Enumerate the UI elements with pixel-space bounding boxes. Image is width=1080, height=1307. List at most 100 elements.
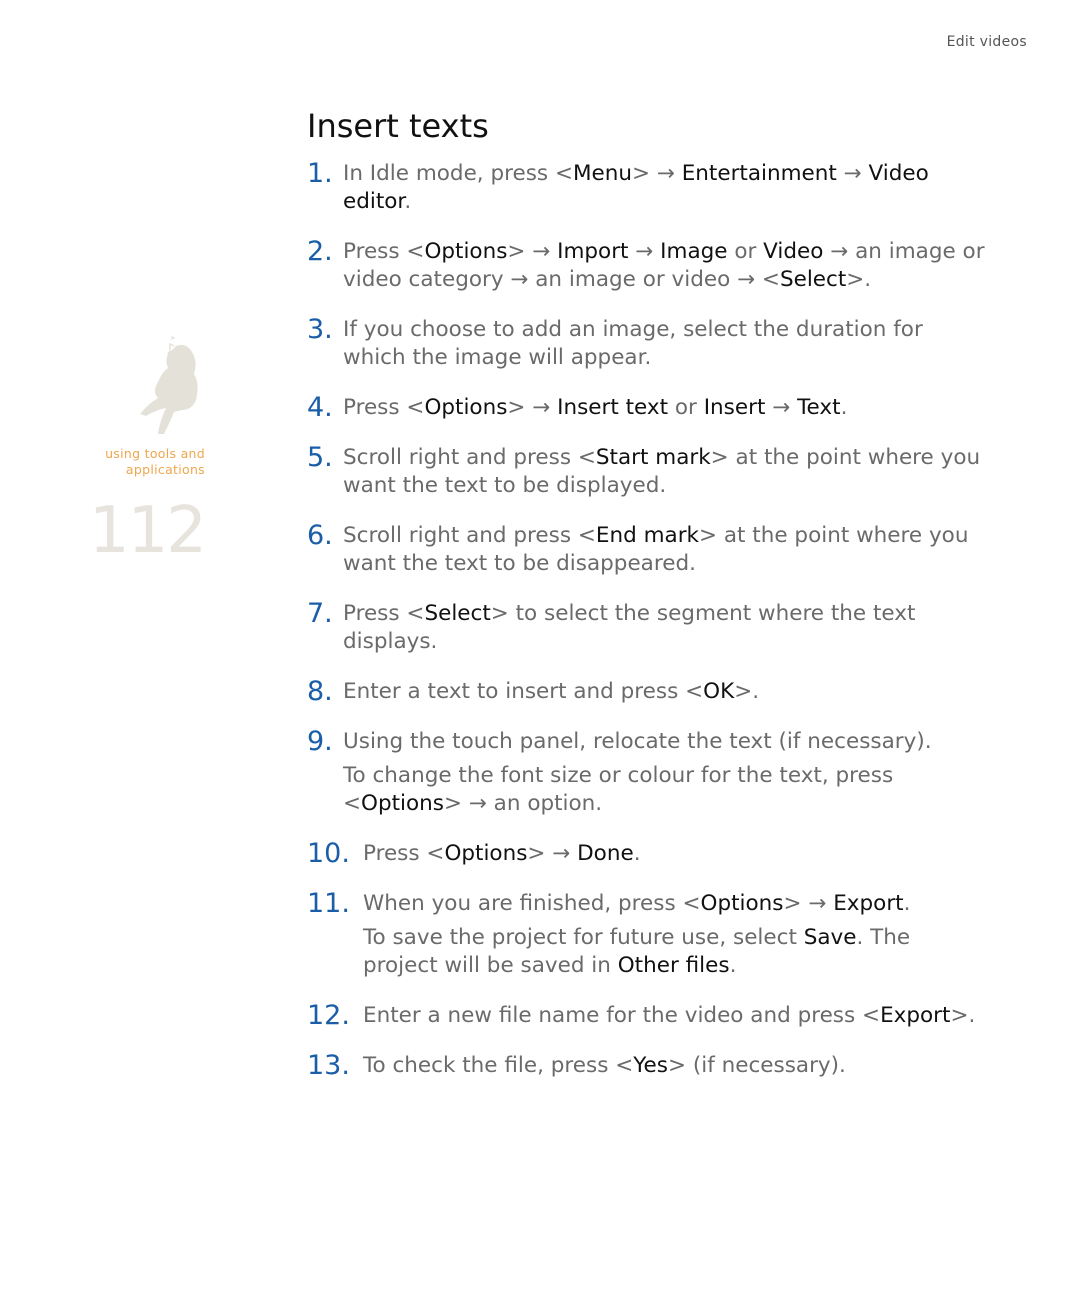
ui-term: Import [557, 239, 629, 264]
step-number: 10. [307, 838, 350, 869]
step-item: 7. Press <Select> to select the segment w… [307, 600, 987, 656]
step-number: 4. [307, 392, 333, 423]
step-text: To save the project for future use, sele… [363, 925, 804, 950]
step-item: 4. Press <Options> → Insert text or Inser… [307, 394, 987, 422]
step-body: Press <Select> to select the segment whe… [343, 600, 987, 656]
step-instruction: In Idle mode, press <Menu> → Entertainme… [343, 160, 987, 216]
ui-term: Other files [617, 953, 730, 978]
step-text: Scroll right and press < [343, 523, 596, 548]
step-text: > → [507, 395, 558, 420]
step-instruction: To check the file, press <Yes> (if neces… [363, 1052, 846, 1080]
page-number: 112 [88, 494, 207, 568]
step-body: Enter a new file name for the video and … [363, 1002, 975, 1030]
ui-term: Entertainment [681, 161, 837, 186]
step-body: In Idle mode, press <Menu> → Entertainme… [343, 160, 987, 216]
step-text: → [628, 239, 661, 264]
step-text: >. [846, 267, 872, 292]
ui-term: Menu [572, 161, 632, 186]
step-item: 5. Scroll right and press <Start mark> at… [307, 444, 987, 500]
step-body: Press <Options> → Done. [363, 840, 641, 868]
step-instruction: If you choose to add an image, select th… [343, 316, 987, 372]
ui-term: Options [444, 841, 528, 866]
step-number: 11. [307, 888, 350, 919]
step-item: 3. If you choose to add an image, select … [307, 316, 987, 372]
step-text: > → [527, 841, 578, 866]
step-text: >. [950, 1003, 976, 1028]
step-body: Using the touch panel, relocate the text… [343, 728, 987, 818]
step-body: Scroll right and press <End mark> at the… [343, 522, 987, 578]
running-header: Edit videos [946, 34, 1027, 50]
ui-term: Insert text [557, 395, 669, 420]
step-number: 9. [307, 726, 333, 757]
step-item: 12. Enter a new file name for the video a… [307, 1002, 987, 1030]
ui-term: Start mark [595, 445, 711, 470]
step-text: When you are finished, press < [363, 891, 701, 916]
step-instruction: Press <Select> to select the segment whe… [343, 600, 987, 656]
step-instruction: Press <Options> → Insert text or Insert … [343, 394, 847, 422]
page-title: Insert texts [307, 107, 489, 145]
step-text: To check the file, press < [363, 1053, 634, 1078]
step-text: Using the touch panel, relocate the text… [343, 729, 932, 754]
step-item: 9. Using the touch panel, relocate the te… [307, 728, 987, 818]
step-text: Enter a text to insert and press < [343, 679, 704, 704]
ui-term: Text [797, 395, 841, 420]
step-body: When you are finished, press <Options> →… [363, 890, 987, 980]
step-text: Press < [343, 239, 425, 264]
step-body: Press <Options> → Import → Image or Vide… [343, 238, 987, 294]
step-number: 13. [307, 1050, 350, 1081]
step-body: If you choose to add an image, select th… [343, 316, 987, 372]
ui-term: Select [424, 601, 491, 626]
step-number: 12. [307, 1000, 350, 1031]
ui-term: OK [703, 679, 735, 704]
person-with-headphones-icon [140, 336, 198, 434]
step-text: or [668, 395, 704, 420]
step-text: Press < [363, 841, 445, 866]
step-instruction: Scroll right and press <Start mark> at t… [343, 444, 987, 500]
step-note: To save the project for future use, sele… [363, 924, 987, 980]
steps-list: 1. In Idle mode, press <Menu> → Entertain… [307, 160, 987, 1102]
section-label-line-2: applications [125, 462, 205, 477]
step-text: Enter a new file name for the video and … [363, 1003, 881, 1028]
step-text: > (if necessary). [668, 1053, 846, 1078]
step-text: > → [507, 239, 558, 264]
ui-term: Save [803, 925, 857, 950]
step-body: Scroll right and press <Start mark> at t… [343, 444, 987, 500]
step-instruction: Enter a text to insert and press <OK>. [343, 678, 759, 706]
step-number: 7. [307, 598, 333, 629]
step-body: Press <Options> → Insert text or Insert … [343, 394, 847, 422]
step-text: . [840, 395, 848, 420]
ui-term: Video [763, 239, 824, 264]
ui-term: Export [880, 1003, 951, 1028]
step-number: 3. [307, 314, 333, 345]
step-instruction: Enter a new file name for the video and … [363, 1002, 975, 1030]
step-instruction: Press <Options> → Done. [363, 840, 641, 868]
step-item: 10. Press <Options> → Done. [307, 840, 987, 868]
step-body: Enter a text to insert and press <OK>. [343, 678, 759, 706]
step-text: . [633, 841, 641, 866]
step-instruction: When you are finished, press <Options> →… [363, 890, 987, 918]
ui-term: Options [424, 395, 508, 420]
step-text: Scroll right and press < [343, 445, 596, 470]
ui-term: Insert [703, 395, 766, 420]
step-item: 6. Scroll right and press <End mark> at t… [307, 522, 987, 578]
step-text: > → [783, 891, 834, 916]
ui-term: Image [660, 239, 728, 264]
ui-term: End mark [595, 523, 700, 548]
step-text: > → [632, 161, 682, 186]
step-text: → [836, 161, 869, 186]
step-number: 2. [307, 236, 333, 267]
ui-term: Select [779, 267, 847, 292]
step-number: 5. [307, 442, 333, 473]
step-text: >. [734, 679, 760, 704]
step-instruction: Press <Options> → Import → Image or Vide… [343, 238, 987, 294]
section-label: using tools and applications [60, 446, 205, 478]
step-text: Press < [343, 601, 425, 626]
step-number: 6. [307, 520, 333, 551]
ui-term: Export [833, 891, 904, 916]
step-text: If you choose to add an image, select th… [343, 317, 923, 370]
ui-term: Options [700, 891, 784, 916]
step-text: > → an option. [443, 791, 603, 816]
step-item: 11. When you are finished, press <Options… [307, 890, 987, 980]
step-item: 2. Press <Options> → Import → Image or Vi… [307, 238, 987, 294]
ui-term: Options [424, 239, 508, 264]
